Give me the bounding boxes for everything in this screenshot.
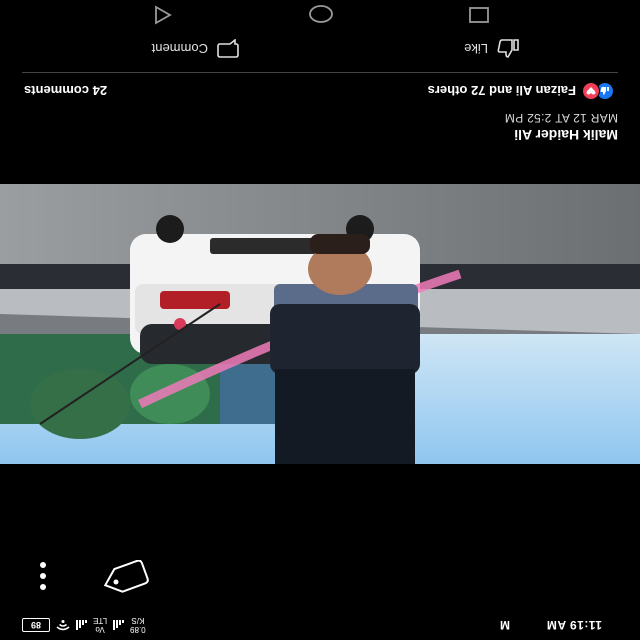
- photo-top-actions: [0, 556, 640, 596]
- comments-count[interactable]: 24 comments: [24, 83, 107, 98]
- divider: [22, 72, 618, 73]
- back-triangle-icon[interactable]: [152, 0, 174, 25]
- dot: [40, 562, 46, 568]
- signal-icon: [113, 620, 125, 630]
- post-stats: Faizan Ali and 72 others 24 comments: [0, 78, 640, 102]
- more-vertical-icon[interactable]: [36, 562, 50, 590]
- volte-label: Vo: [95, 625, 105, 634]
- like-label: Like: [464, 41, 488, 57]
- signal-icon-2: [76, 620, 87, 630]
- wifi-icon: [56, 620, 70, 631]
- speed-unit: K/S: [131, 616, 145, 625]
- screen: 11:19 AM M 0.89 K/S Vo LTE 89 Malik Haid…: [0, 0, 640, 640]
- system-nav-bar: [0, 0, 640, 32]
- carrier-indicator: M: [500, 618, 510, 632]
- dot: [40, 584, 46, 590]
- status-bar: 11:19 AM M 0.89 K/S Vo LTE 89: [0, 612, 640, 640]
- post-author[interactable]: Malik Haider Ali: [514, 127, 618, 143]
- lte-label: LTE: [93, 616, 108, 625]
- status-time: 11:19 AM: [546, 618, 602, 632]
- tag-icon[interactable]: [96, 559, 152, 596]
- network-type: Vo LTE: [93, 616, 107, 634]
- comment-label: Comment: [151, 41, 208, 57]
- reactions-summary[interactable]: Faizan Ali and 72 others: [428, 82, 614, 100]
- like-button[interactable]: Like: [464, 39, 520, 59]
- home-circle-icon[interactable]: [308, 0, 334, 24]
- comment-button[interactable]: Comment: [152, 39, 240, 59]
- thumbs-up-icon: [497, 39, 519, 58]
- comment-icon: [217, 39, 239, 58]
- post-photo[interactable]: [0, 184, 640, 464]
- status-icons: 0.89 K/S Vo LTE 89: [22, 616, 146, 634]
- recents-square-icon[interactable]: [468, 1, 490, 24]
- network-speed: 0.89 K/S: [130, 616, 146, 634]
- love-reaction-icon: [582, 82, 600, 100]
- battery-icon: 89: [22, 618, 50, 632]
- speed-value: 0.89: [130, 625, 146, 634]
- battery-level: 89: [31, 620, 42, 630]
- reaction-text: Faizan Ali and 72 others: [427, 83, 576, 99]
- dot: [40, 573, 46, 579]
- post-timestamp: MAR 12 AT 2:52 PM: [504, 111, 618, 125]
